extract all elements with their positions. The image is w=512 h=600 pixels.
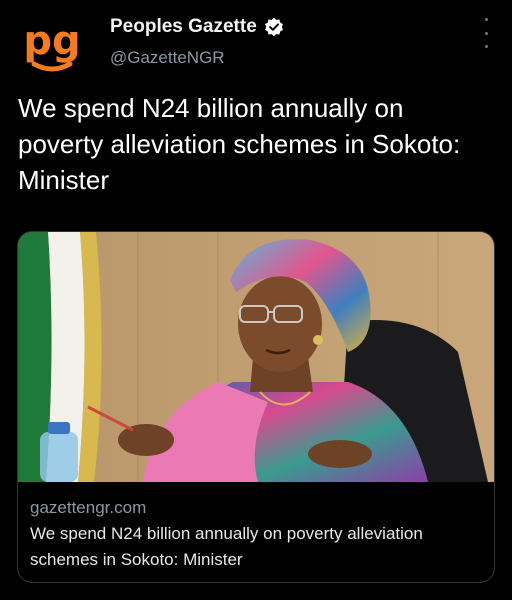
card-domain: gazettengr.com — [30, 498, 147, 517]
name-row: Peoples Gazette — [110, 16, 284, 38]
card-image — [18, 232, 494, 482]
author-handle[interactable]: @GazetteNGR — [110, 48, 225, 68]
tweet-header: pg Peoples Gazette @GazetteNGR — [18, 10, 494, 74]
logo-text: pg — [23, 18, 80, 64]
more-options-icon[interactable] — [478, 18, 494, 48]
card-title: We spend N24 billion annually on poverty… — [30, 524, 423, 569]
card-meta: gazettengr.com We spend N24 billion annu… — [30, 497, 480, 573]
tweet-text: We spend N24 billion annually on poverty… — [18, 93, 461, 195]
avatar[interactable]: pg — [18, 14, 86, 74]
peoples-gazette-logo: pg — [23, 18, 81, 72]
verified-badge-icon — [264, 17, 283, 37]
link-card[interactable]: gazettengr.com We spend N24 billion annu… — [17, 231, 495, 583]
display-name[interactable]: Peoples Gazette — [110, 16, 257, 38]
